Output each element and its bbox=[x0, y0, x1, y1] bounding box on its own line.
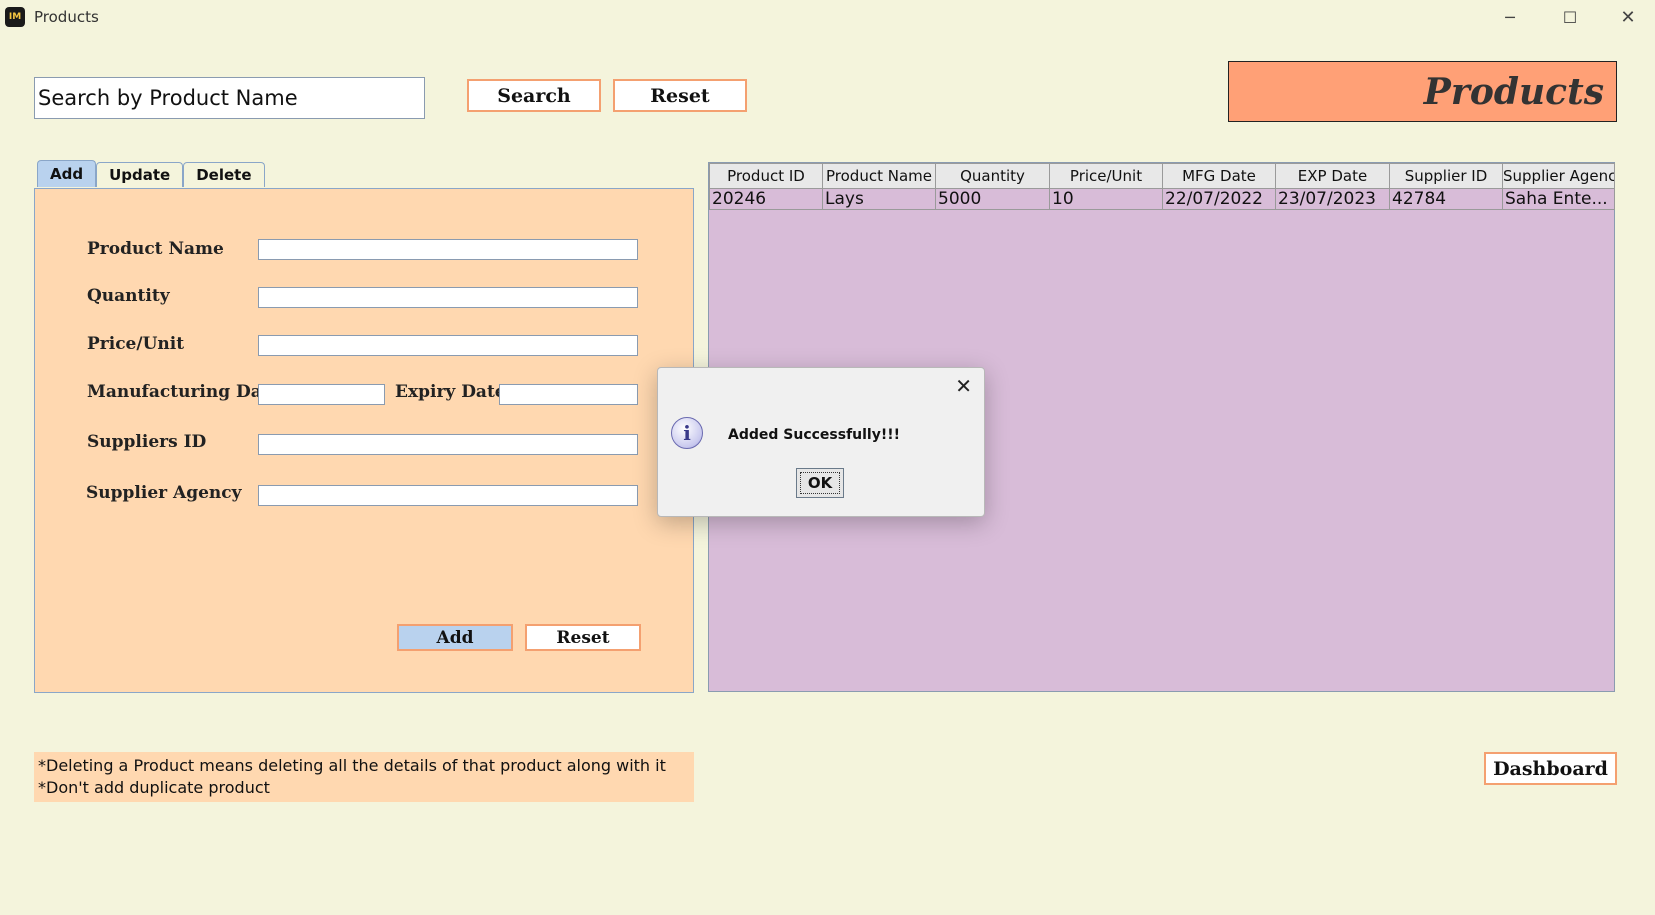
search-button[interactable]: Search bbox=[467, 79, 601, 112]
page-title-box: Products bbox=[1228, 61, 1617, 122]
supplier-agency-label: Supplier Agency bbox=[86, 483, 242, 503]
tab-add[interactable]: Add bbox=[37, 160, 97, 187]
search-input[interactable] bbox=[34, 77, 425, 119]
quantity-label: Quantity bbox=[87, 286, 170, 306]
table-cell[interactable]: 42784 bbox=[1389, 188, 1503, 210]
minimize-button[interactable]: ─ bbox=[1485, 2, 1535, 32]
expiry-date-label: Expiry Date bbox=[395, 382, 506, 402]
dialog-close-icon[interactable]: ✕ bbox=[955, 374, 972, 398]
table-cell[interactable]: 5000 bbox=[935, 188, 1050, 210]
column-header[interactable]: Quantity bbox=[935, 163, 1050, 189]
message-dialog: ✕ i Added Successfully!!! OK bbox=[657, 367, 985, 517]
price-label: Price/Unit bbox=[87, 334, 185, 354]
dashboard-button[interactable]: Dashboard bbox=[1484, 752, 1617, 785]
add-product-panel: Product Name Quantity Price/Unit Manufac… bbox=[34, 188, 694, 693]
notes-box: *Deleting a Product means deleting all t… bbox=[34, 752, 694, 802]
table-cell[interactable]: Saha Ente... bbox=[1502, 188, 1615, 210]
close-window-button[interactable]: ✕ bbox=[1603, 2, 1653, 32]
expiry-date-field[interactable] bbox=[499, 384, 638, 405]
table-row[interactable]: 20246 Lays 5000 10 22/07/2022 23/07/2023… bbox=[709, 188, 1615, 210]
add-button[interactable]: Add bbox=[397, 624, 513, 651]
tab-delete[interactable]: Delete bbox=[183, 162, 265, 187]
column-header[interactable]: Supplier Agency bbox=[1502, 163, 1615, 189]
column-header[interactable]: Product ID bbox=[709, 163, 823, 189]
tab-bar: Add Update Delete bbox=[37, 160, 265, 189]
price-field[interactable] bbox=[258, 335, 638, 356]
quantity-field[interactable] bbox=[258, 287, 638, 308]
window-title: Products bbox=[34, 8, 99, 26]
title-bar: IM Products bbox=[0, 0, 1655, 34]
column-header[interactable]: Price/Unit bbox=[1049, 163, 1163, 189]
supplier-id-label: Suppliers ID bbox=[87, 432, 207, 452]
table-cell[interactable]: 20246 bbox=[709, 188, 823, 210]
app-icon: IM bbox=[5, 7, 25, 27]
supplier-id-field[interactable] bbox=[258, 434, 638, 455]
form-reset-button[interactable]: Reset bbox=[525, 624, 641, 651]
table-cell[interactable]: Lays bbox=[822, 188, 936, 210]
manufacturing-date-label: Manufacturing Date bbox=[87, 382, 281, 402]
page-title: Products bbox=[1423, 70, 1604, 113]
dialog-message: Added Successfully!!! bbox=[728, 427, 901, 443]
note-duplicate: *Don't add duplicate product bbox=[38, 778, 270, 797]
manufacturing-date-field[interactable] bbox=[258, 384, 385, 405]
product-name-field[interactable] bbox=[258, 239, 638, 260]
tab-update[interactable]: Update bbox=[96, 162, 184, 187]
search-reset-button[interactable]: Reset bbox=[613, 79, 747, 112]
ok-button[interactable]: OK bbox=[796, 468, 844, 498]
product-name-label: Product Name bbox=[87, 239, 224, 259]
table-cell[interactable]: 22/07/2022 bbox=[1162, 188, 1276, 210]
column-header[interactable]: Product Name bbox=[822, 163, 936, 189]
table-header-row: Product ID Product Name Quantity Price/U… bbox=[709, 163, 1615, 189]
column-header[interactable]: EXP Date bbox=[1275, 163, 1390, 189]
column-header[interactable]: Supplier ID bbox=[1389, 163, 1503, 189]
supplier-agency-field[interactable] bbox=[258, 485, 638, 506]
maximize-button[interactable]: ☐ bbox=[1545, 2, 1595, 32]
table-cell[interactable]: 10 bbox=[1049, 188, 1163, 210]
note-delete: *Deleting a Product means deleting all t… bbox=[38, 756, 666, 775]
column-header[interactable]: MFG Date bbox=[1162, 163, 1276, 189]
table-cell[interactable]: 23/07/2023 bbox=[1275, 188, 1390, 210]
info-icon: i bbox=[671, 417, 703, 449]
